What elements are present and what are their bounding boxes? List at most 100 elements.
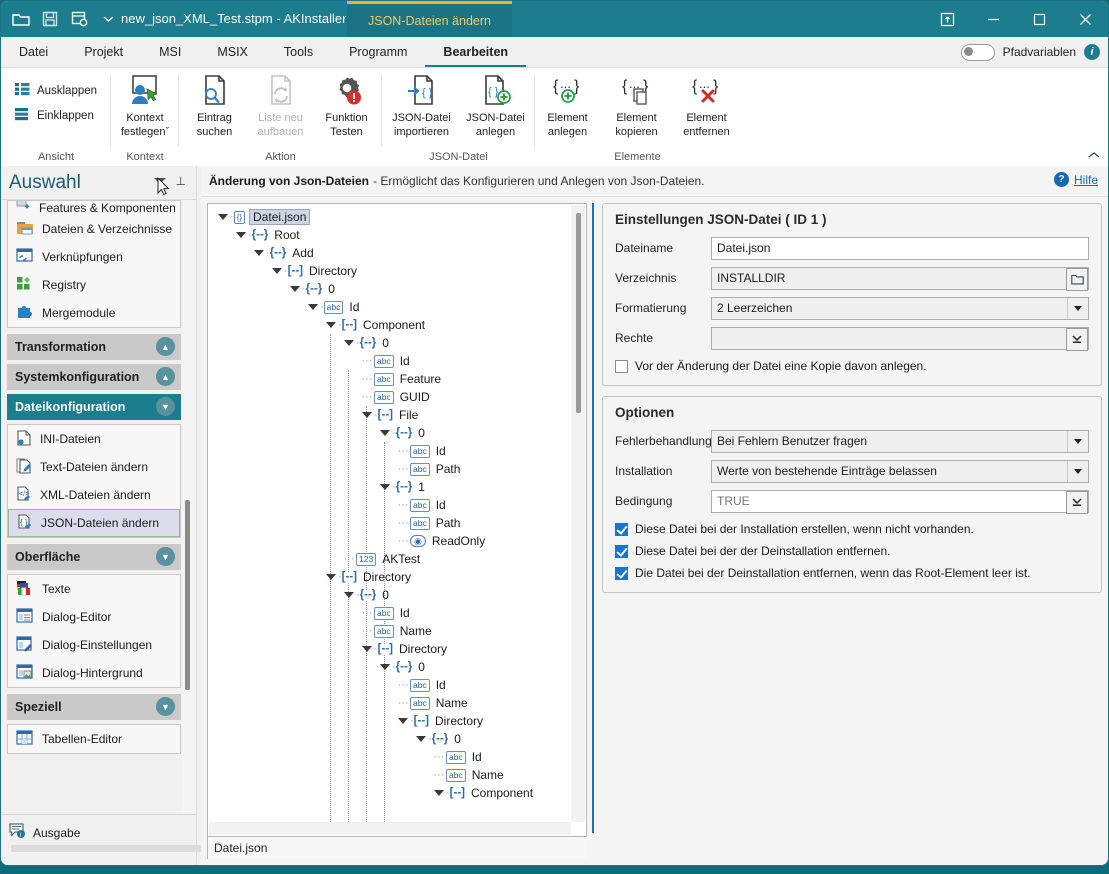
- dropdown-bar-icon[interactable]: [1066, 490, 1088, 514]
- tree-node[interactable]: · {--} 1: [208, 478, 586, 496]
- tree-expander[interactable]: [396, 718, 410, 724]
- sidebar-item-text-dateien[interactable]: Text-Dateien ändern: [8, 453, 180, 481]
- tree-node[interactable]: · [--] Directory: [208, 568, 586, 586]
- sidebar-item-dialog-editor[interactable]: Dialog-Editor: [8, 603, 180, 631]
- sidebar-item-json-dateien[interactable]: { } JSON-Dateien ändern: [8, 509, 180, 537]
- menu-item-datei[interactable]: Datei: [1, 37, 66, 67]
- tree-node[interactable]: · [--] Directory: [208, 640, 586, 658]
- pfadvariablen-toggle[interactable]: [960, 43, 995, 61]
- ribbon-button-eintrag-suchen[interactable]: Eintrag suchen: [182, 70, 248, 138]
- sidebar-item-dialog-einstellungen[interactable]: Dialog-Einstellungen: [8, 631, 180, 659]
- tree-vertical-scrollbar[interactable]: [571, 205, 585, 822]
- tree-node[interactable]: ··· abc Id: [208, 748, 586, 766]
- json-tree[interactable]: ·{} Datei.json · {--} Root · {--} Add · [--] Direc…: [207, 203, 587, 837]
- tree-node[interactable]: · [--] Directory: [208, 712, 586, 730]
- tree-hscroll-thumb[interactable]: [209, 825, 556, 831]
- ribbon-button-kontext-festlegen[interactable]: Kontext festlegenˇ: [112, 70, 178, 138]
- sidebar-item-dialog-hintergrund[interactable]: Dialog-Hintergrund: [8, 659, 180, 687]
- tree-node[interactable]: ··· abc Id: [208, 676, 586, 694]
- chevron-down-icon[interactable]: [1067, 430, 1088, 452]
- tree-node[interactable]: ··· abc Feature: [208, 370, 586, 388]
- tree-node[interactable]: · [--] Component: [208, 784, 586, 802]
- tree-node[interactable]: ··· abc Id: [208, 442, 586, 460]
- dateiname-input[interactable]: [711, 236, 1089, 260]
- tree-node[interactable]: ··· abc Id: [208, 604, 586, 622]
- tree-expander[interactable]: [306, 304, 320, 310]
- close-button[interactable]: [1062, 1, 1108, 37]
- ribbon-button-element-kopieren[interactable]: { ... } Element kopieren: [602, 70, 672, 138]
- tree-node[interactable]: · [--] Component: [208, 316, 586, 334]
- sidebar-section-systemkonfiguration[interactable]: Systemkonfiguration ▲: [7, 364, 181, 390]
- tree-node[interactable]: ··· abc Path: [208, 460, 586, 478]
- installation-value[interactable]: Werte von bestehende Einträge belassen: [711, 459, 1089, 483]
- datei-entfernen-leer-checkbox[interactable]: [615, 566, 628, 580]
- tree-expander[interactable]: [270, 268, 284, 274]
- tree-node[interactable]: · {--} 0: [208, 424, 586, 442]
- tree-expander[interactable]: [342, 592, 356, 598]
- tree-node[interactable]: · {--} Root: [208, 226, 586, 244]
- tree-node[interactable]: · {--} 0: [208, 334, 586, 352]
- menu-item-projekt[interactable]: Projekt: [66, 37, 141, 67]
- tree-node[interactable]: ··· abc Name: [208, 766, 586, 784]
- rechte-value[interactable]: [711, 326, 1089, 350]
- chevron-down-icon[interactable]: [1067, 297, 1088, 319]
- option-checkbox-row-0[interactable]: Diese Datei bei der Installation erstell…: [615, 522, 1089, 536]
- chevron-down-icon[interactable]: ▼: [156, 547, 175, 566]
- datei-entfernen-checkbox[interactable]: [615, 544, 628, 558]
- kopie-anlegen-checkbox[interactable]: [615, 359, 628, 373]
- ribbon-button-element-entfernen[interactable]: { ... } Element entfernen: [672, 70, 742, 138]
- chevron-up-icon[interactable]: ▲: [156, 337, 175, 356]
- maximize-button[interactable]: [1016, 1, 1062, 37]
- tree-node[interactable]: ·{} Datei.json: [208, 208, 586, 226]
- option-checkbox-row-2[interactable]: Die Datei bei der Deinstallation entfern…: [615, 566, 1089, 580]
- sidebar-section-oberflaeche[interactable]: Oberfläche ▼: [7, 544, 181, 570]
- sidebar-item-ini-dateien[interactable]: INI-Dateien: [8, 425, 180, 453]
- menu-item-msi[interactable]: MSI: [141, 37, 199, 67]
- sidebar-item-verknuepfungen[interactable]: Verknüpfungen: [8, 243, 180, 271]
- tree-expander[interactable]: [432, 790, 446, 796]
- dropdown-bar-icon[interactable]: [1066, 327, 1088, 351]
- ribbon-button-ausklappen[interactable]: Ausklappen: [14, 82, 97, 99]
- chevron-down-icon[interactable]: ▼: [156, 697, 175, 716]
- menu-item-tools[interactable]: Tools: [266, 37, 331, 67]
- tree-node[interactable]: · {--} 0: [208, 730, 586, 748]
- tree-expander[interactable]: [360, 412, 374, 418]
- ribbon-button-funktion-testen[interactable]: Funktion Testen: [314, 70, 380, 138]
- save-as-icon[interactable]: [69, 9, 89, 29]
- chevron-down-icon[interactable]: [154, 178, 166, 184]
- folder-browse-icon[interactable]: [1066, 267, 1088, 291]
- tree-node[interactable]: ··· ◉ ReadOnly: [208, 532, 586, 550]
- tree-expander[interactable]: [360, 646, 374, 652]
- sidebar-scrollbar-thumb[interactable]: [185, 500, 190, 690]
- tree-node[interactable]: ··· abc Path: [208, 514, 586, 532]
- tree-expander[interactable]: [288, 286, 302, 292]
- sidebar-item-registry[interactable]: Registry: [8, 271, 180, 299]
- tree-expander[interactable]: [324, 574, 338, 580]
- sidebar-item-xml-dateien[interactable]: </> XML-Dateien ändern: [8, 481, 180, 509]
- tree-node[interactable]: · {--} Add: [208, 244, 586, 262]
- tree-expander[interactable]: [378, 484, 392, 490]
- sidebar-item-texte[interactable]: Texte: [8, 575, 180, 603]
- tree-node[interactable]: ··· 123 AKTest: [208, 550, 586, 568]
- tree-node[interactable]: · abc Id: [208, 298, 586, 316]
- sidebar-item-mergemodule[interactable]: Mergemodule: [8, 299, 180, 327]
- tree-node[interactable]: ··· abc Name: [208, 694, 586, 712]
- settings-checkbox-row[interactable]: Vor der Änderung der Datei eine Kopie da…: [615, 359, 1089, 373]
- tree-node[interactable]: · [--] Directory: [208, 262, 586, 280]
- menu-item-bearbeiten[interactable]: Bearbeiten: [425, 37, 527, 67]
- menu-item-msix[interactable]: MSIX: [199, 37, 266, 67]
- content-splitter[interactable]: [590, 203, 595, 859]
- tree-node[interactable]: ··· abc Id: [208, 352, 586, 370]
- active-document-tab[interactable]: JSON-Dateien ändern: [347, 1, 512, 37]
- help-link-wrapper[interactable]: ? Hilfe: [1053, 172, 1098, 187]
- tree-horizontal-scrollbar[interactable]: [209, 822, 571, 835]
- tree-expander[interactable]: [414, 736, 428, 742]
- pin-icon[interactable]: ⊥: [176, 174, 186, 188]
- tree-node[interactable]: ··· abc GUID: [208, 388, 586, 406]
- sidebar-item-tabellen-editor[interactable]: Tabellen-Editor: [8, 725, 180, 753]
- open-folder-icon[interactable]: [11, 9, 31, 29]
- sidebar-item-features-komponenten[interactable]: Features & Komponenten: [8, 201, 180, 215]
- tree-expander[interactable]: [378, 664, 392, 670]
- chevron-up-icon[interactable]: ▲: [156, 367, 175, 386]
- chevron-down-icon[interactable]: ▼: [156, 397, 175, 416]
